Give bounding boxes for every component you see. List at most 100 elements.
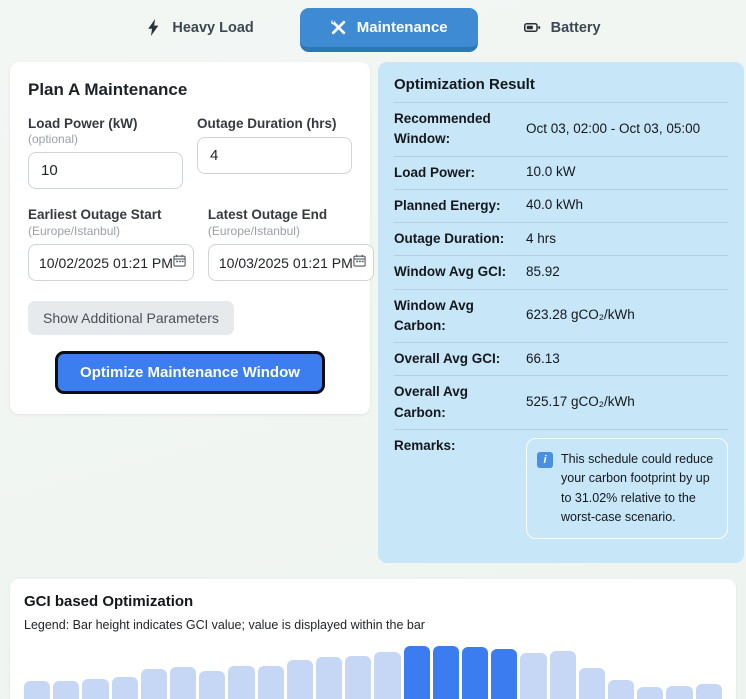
chart-bar: 53 [82,679,108,699]
chart-bar: 75 [316,657,342,699]
result-row-window-avg-carbon: Window Avg Carbon: 623.28 gCO₂/kWh [394,289,728,343]
calendar-icon [173,254,186,272]
chart-bar: 79 [520,653,546,699]
load-power-field-group: Load Power (kW) (optional) [28,116,183,189]
result-row-overall-avg-gci: Overall Avg GCI: 66.13 [394,342,728,375]
chart-column: 64 [579,668,605,699]
tab-maintenance[interactable]: Maintenance [300,8,478,52]
tools-icon [330,19,347,36]
chart-bar: 64 [579,668,605,699]
chart-column: 44 [637,687,663,699]
result-row-recommended-window: Recommended Window: Oct 03, 02:00 - Oct … [394,102,728,156]
chart-column: 87 [433,646,459,699]
chart-column: 81 [550,651,576,699]
remarks-label: Remarks: [394,436,526,456]
latest-end-label: Latest Outage End [208,207,374,222]
chart-legend: Legend: Bar height indicates GCI value; … [24,618,722,632]
chart-column: 52 [608,680,634,699]
lightning-icon [145,19,162,36]
chart-column: 76 [345,656,371,699]
calendar-icon [353,254,366,272]
main-content: Plan A Maintenance Load Power (kW) (opti… [0,56,746,563]
earliest-start-datetime-picker[interactable]: 10/02/2025 01:21 PM [28,244,194,281]
result-row-planned-energy: Planned Energy: 40.0 kWh [394,189,728,222]
tab-label: Heavy Load [172,20,253,36]
chart-bar: 63 [141,669,167,699]
remarks-box: i This schedule could reduce your carbon… [526,438,728,540]
chart-bar: 80 [374,652,400,699]
result-row-overall-avg-carbon: Overall Avg Carbon: 525.17 gCO₂/kWh [394,375,728,429]
remarks-text: This schedule could reduce your carbon f… [561,450,717,528]
chart-column: 66 [258,666,284,699]
chart-column: 66 [228,666,254,699]
chart-column: 47 [696,684,722,699]
outage-duration-label: Outage Duration (hrs) [197,116,352,131]
chart-bar: 61 [199,671,225,699]
show-additional-parameters-button[interactable]: Show Additional Parameters [28,301,234,335]
chart-column: 63 [141,669,167,699]
tab-heavy-load[interactable]: Heavy Load [127,8,271,47]
chart-column: 72 [287,660,313,699]
chart-bar: 81 [550,651,576,699]
optimize-maintenance-window-button[interactable]: Optimize Maintenance Window [55,351,325,394]
tab-bar: Heavy Load Maintenance Battery [0,0,746,56]
latest-end-timezone: (Europe/Istanbul) [208,224,374,238]
earliest-start-value: 10/02/2025 01:21 PM [39,255,173,271]
chart-column: 55 [112,677,138,699]
chart-column: 65 [170,667,196,699]
maintenance-form-card: Plan A Maintenance Load Power (kW) (opti… [10,62,370,414]
tab-battery[interactable]: Battery [506,8,619,47]
info-icon: i [537,452,553,468]
latest-end-field-group: Latest Outage End (Europe/Istanbul) 10/0… [208,207,374,281]
battery-icon [524,19,541,36]
chart-bar: 55 [112,677,138,699]
chart-bar: 47 [696,684,722,699]
chart-bar: 84 [491,649,517,699]
earliest-start-timezone: (Europe/Istanbul) [28,224,194,238]
tab-label: Maintenance [357,19,448,36]
result-row-window-avg-gci: Window Avg GCI: 85.92 [394,255,728,288]
chart-bar: 52 [608,680,634,699]
gci-chart-card: GCI based Optimization Legend: Bar heigh… [10,579,736,699]
chart-column: 84 [491,649,517,699]
chart-column: 45 [666,686,692,699]
chart-bar: 45 [666,686,692,699]
load-power-label: Load Power (kW) (optional) [28,116,183,146]
gci-chart: 5050535563656166667275768087878684798164… [24,645,722,699]
chart-column: 87 [404,646,430,699]
chart-bar: 65 [170,667,196,699]
chart-column: 53 [82,679,108,699]
chart-column: 75 [316,657,342,699]
chart-column: 80 [374,652,400,699]
chart-bar: 87 [433,646,459,699]
result-row-load-power: Load Power: 10.0 kW [394,156,728,189]
chart-bar: 50 [53,681,79,699]
chart-bar: 66 [258,666,284,699]
chart-column: 86 [462,647,488,699]
load-power-input[interactable] [28,152,183,189]
result-title: Optimization Result [394,76,728,102]
chart-bar: 66 [228,666,254,699]
latest-end-datetime-picker[interactable]: 10/03/2025 01:21 PM [208,244,374,281]
chart-bar: 87 [404,646,430,699]
chart-bar: 86 [462,647,488,699]
chart-bar: 76 [345,656,371,699]
outage-duration-input[interactable] [197,137,352,174]
chart-column: 50 [53,681,79,699]
form-title: Plan A Maintenance [28,80,352,100]
chart-bar: 50 [24,681,50,699]
chart-bar: 44 [637,687,663,699]
result-row-remarks: Remarks: i This schedule could reduce yo… [394,429,728,546]
outage-duration-field-group: Outage Duration (hrs) [197,116,352,189]
chart-bar: 72 [287,660,313,699]
chart-title: GCI based Optimization [24,593,722,610]
result-row-outage-duration: Outage Duration: 4 hrs [394,222,728,255]
earliest-start-field-group: Earliest Outage Start (Europe/Istanbul) … [28,207,194,281]
optimization-result-panel: Optimization Result Recommended Window: … [378,62,744,563]
tab-label: Battery [551,20,601,36]
chart-column: 79 [520,653,546,699]
latest-end-value: 10/03/2025 01:21 PM [219,255,353,271]
earliest-start-label: Earliest Outage Start [28,207,194,222]
chart-column: 61 [199,671,225,699]
optional-hint: (optional) [28,132,78,146]
